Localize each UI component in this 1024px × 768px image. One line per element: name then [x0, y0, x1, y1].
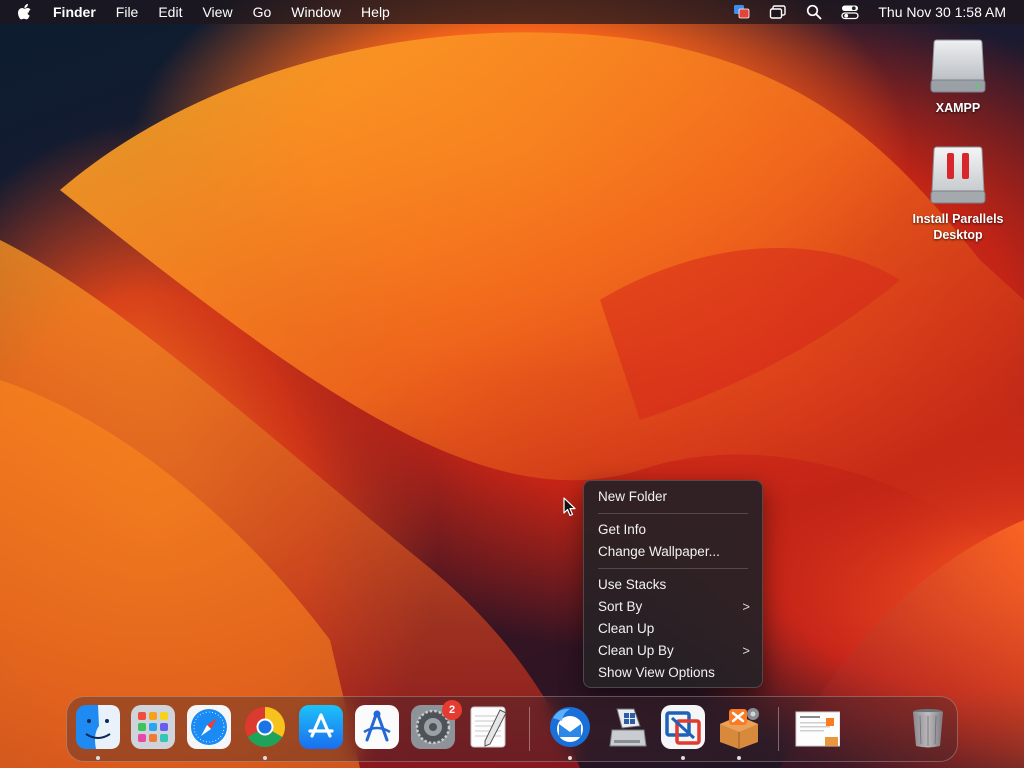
running-indicator: [263, 756, 267, 760]
menu-item-change-wallpaper[interactable]: Change Wallpaper...: [584, 541, 762, 563]
menu-item-sort-by[interactable]: Sort By >: [584, 596, 762, 618]
chevron-right-icon: >: [742, 643, 750, 658]
dock-app-textedit[interactable]: [466, 704, 512, 750]
xampp-icon: [720, 708, 759, 749]
dock-app-thunderbird[interactable]: [547, 704, 593, 760]
apple-menu-icon[interactable]: [17, 3, 35, 21]
thunderbird-icon: [550, 707, 590, 747]
menu-file[interactable]: File: [106, 0, 149, 24]
desktop-icon-install-parallels[interactable]: Install Parallels Desktop: [903, 145, 1013, 243]
bootcamp-icon: [609, 708, 647, 747]
parallels-installer-icon: [927, 145, 989, 207]
menu-item-clean-up[interactable]: Clean Up: [584, 618, 762, 640]
menu-item-new-folder[interactable]: New Folder: [584, 486, 762, 508]
menu-view[interactable]: View: [192, 0, 242, 24]
spotlight-search-icon[interactable]: [804, 3, 824, 21]
menu-item-clean-up-by[interactable]: Clean Up By >: [584, 640, 762, 662]
dock-app-boot-camp[interactable]: [604, 704, 650, 750]
desktop-icon-label: XAMPP: [935, 101, 981, 115]
remote-desktop-status-icon[interactable]: [732, 3, 752, 21]
drive-icon: [927, 34, 989, 96]
running-indicator: [681, 756, 685, 760]
menu-go[interactable]: Go: [243, 0, 282, 24]
menu-window[interactable]: Window: [281, 0, 351, 24]
menu-bar: Finder File Edit View Go Window Help Thu…: [0, 0, 1024, 24]
dock-app-finder[interactable]: [75, 704, 121, 760]
dock-app-document[interactable]: [794, 704, 841, 750]
running-indicator: [568, 756, 572, 760]
menu-separator: [598, 513, 748, 514]
launchpad-icon: [131, 705, 175, 749]
instruments-icon: [355, 705, 399, 749]
textedit-icon: [470, 706, 507, 748]
menu-app-finder[interactable]: Finder: [51, 0, 106, 24]
dock-app-launchpad[interactable]: [130, 704, 176, 750]
mouse-pointer-icon: [563, 497, 577, 517]
desktop-context-menu: New Folder Get Info Change Wallpaper... …: [583, 480, 763, 688]
running-indicator: [737, 756, 741, 760]
desktop-icon-xampp[interactable]: XAMPP: [903, 34, 1013, 116]
dock-app-vmware-fusion[interactable]: [660, 704, 706, 760]
menu-help[interactable]: Help: [351, 0, 400, 24]
vmware-icon: [661, 705, 705, 749]
dock-app-system-settings[interactable]: 2: [410, 700, 462, 750]
dock-app-instruments[interactable]: [354, 704, 400, 750]
screen-mirroring-icon[interactable]: [768, 3, 788, 21]
dock-separator: [778, 707, 779, 751]
dock: 2: [66, 696, 958, 762]
desktop-icon-label: Install Parallels Desktop: [912, 212, 1004, 242]
dock-app-app-store[interactable]: [298, 704, 344, 750]
menu-item-use-stacks[interactable]: Use Stacks: [584, 574, 762, 596]
finder-icon: [76, 705, 120, 749]
control-center-icon[interactable]: [840, 3, 860, 21]
menu-item-label: Clean Up By: [598, 643, 674, 658]
menu-bar-clock[interactable]: Thu Nov 30 1:58 AM: [878, 4, 1006, 20]
chevron-right-icon: >: [742, 599, 750, 614]
menu-item-show-view-options[interactable]: Show View Options: [584, 662, 762, 684]
running-indicator: [96, 756, 100, 760]
trash-icon: [913, 709, 943, 748]
app-store-icon: [299, 705, 343, 749]
dock-app-xampp[interactable]: [716, 704, 762, 760]
safari-icon: [187, 705, 231, 749]
chrome-icon: [245, 707, 285, 747]
dock-separator: [529, 707, 530, 751]
desktop-wallpaper[interactable]: [0, 0, 1024, 768]
document-preview-icon: [795, 711, 841, 747]
notification-badge: 2: [442, 700, 462, 720]
menu-item-get-info[interactable]: Get Info: [584, 519, 762, 541]
menu-separator: [598, 568, 748, 569]
menu-edit[interactable]: Edit: [148, 0, 192, 24]
menu-item-label: Sort By: [598, 599, 643, 614]
dock-app-safari[interactable]: [186, 704, 232, 750]
dock-app-trash[interactable]: [905, 704, 951, 750]
dock-app-chrome[interactable]: [242, 704, 288, 760]
